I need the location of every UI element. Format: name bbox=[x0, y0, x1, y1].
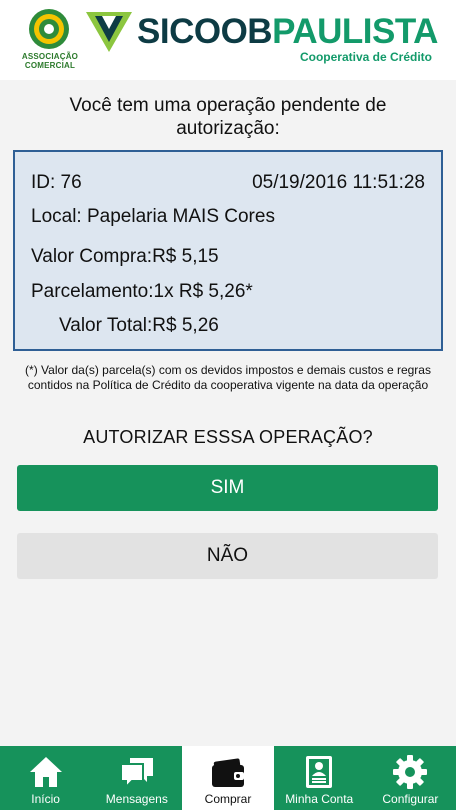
nav-label-minha-conta: Minha Conta bbox=[285, 792, 354, 806]
authorize-question: AUTORIZAR ESSSA OPERAÇÃO? bbox=[83, 427, 373, 447]
brand-name: SICOOBPAULISTA bbox=[137, 13, 438, 51]
messages-icon bbox=[119, 758, 153, 790]
operation-details-box: ID: 76 05/19/2016 11:51:28 Local: Papela… bbox=[13, 150, 443, 351]
nav-label-mensagens: Mensagens bbox=[105, 792, 168, 806]
associacao-comercial-logo: ASSOCIAÇÃO COMERCIAL bbox=[18, 8, 82, 70]
sicoob-logo-icon bbox=[86, 12, 132, 52]
assoc-text-line2: COMERCIAL bbox=[24, 61, 76, 70]
page-title: Você tem uma operação pendente de autori… bbox=[69, 95, 387, 139]
brand-name-part2: PAULISTA bbox=[272, 12, 438, 51]
home-icon bbox=[29, 757, 62, 787]
app-header: ASSOCIAÇÃO COMERCIAL SICOOBPAULISTA Coop… bbox=[0, 0, 456, 80]
nao-button[interactable]: NÃO bbox=[17, 533, 438, 579]
operation-valor-compra: Valor Compra:R$ 5,15 bbox=[31, 246, 219, 267]
operation-local: Local: Papelaria MAIS Cores bbox=[31, 206, 275, 227]
nav-item-inicio[interactable]: Início bbox=[0, 746, 91, 810]
nav-item-configurar[interactable]: Configurar bbox=[365, 746, 456, 810]
nav-item-minha-conta[interactable]: Minha Conta bbox=[274, 746, 365, 810]
sim-button[interactable]: SIM bbox=[17, 465, 438, 511]
brand-name-part1: SICOOB bbox=[137, 12, 273, 51]
nav-label-inicio: Início bbox=[31, 792, 60, 806]
operation-parcelamento: Parcelamento:1x R$ 5,26* bbox=[31, 281, 253, 302]
brand-subtitle: Cooperativa de Crédito bbox=[299, 50, 432, 64]
operation-id: ID: 76 bbox=[31, 172, 82, 193]
footnote-text: (*) Valor da(s) parcela(s) com os devido… bbox=[25, 363, 431, 392]
account-icon bbox=[306, 756, 333, 788]
wallet-icon bbox=[212, 758, 244, 787]
operation-datetime: 05/19/2016 11:51:28 bbox=[252, 172, 425, 193]
associacao-logo-icon bbox=[29, 9, 69, 49]
assoc-text-line1: ASSOCIAÇÃO bbox=[21, 52, 79, 61]
gear-icon bbox=[393, 755, 428, 789]
nav-label-configurar: Configurar bbox=[382, 792, 439, 806]
nav-label-comprar: Comprar bbox=[204, 792, 252, 806]
operation-valor-total: Valor Total:R$ 5,26 bbox=[59, 315, 219, 336]
bottom-navigation: Início Mensagens Comprar Minha Conta Con… bbox=[0, 746, 456, 810]
nav-item-mensagens[interactable]: Mensagens bbox=[91, 746, 182, 810]
nav-item-comprar[interactable]: Comprar bbox=[182, 746, 274, 810]
